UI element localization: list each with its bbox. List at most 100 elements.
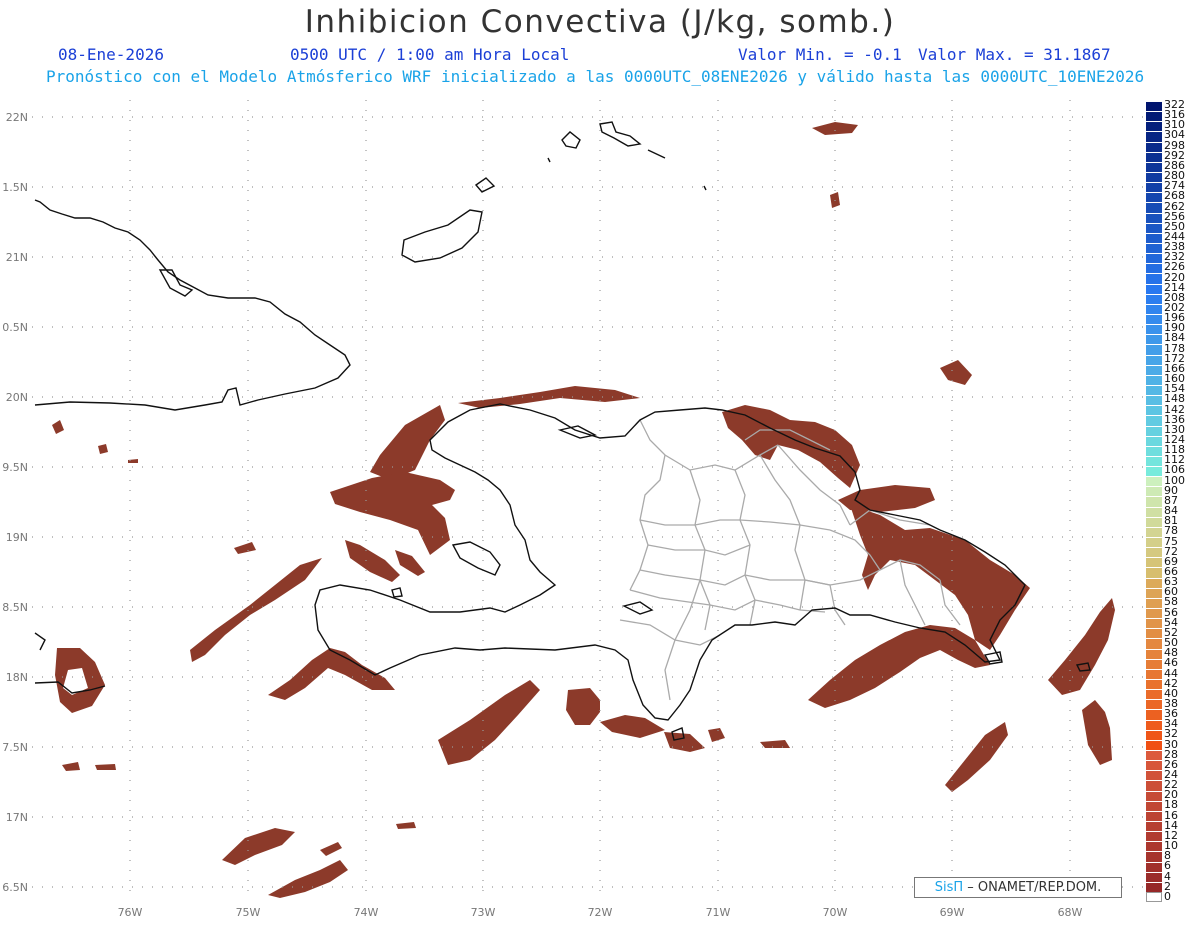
colorbar-swatch [1146,587,1162,598]
colorbar-swatch [1146,111,1162,122]
colorbar-swatch [1146,232,1162,243]
colorbar-swatch [1146,537,1162,548]
colorbar-swatch [1146,719,1162,730]
colorbar-swatch [1146,405,1162,416]
cin-area [940,360,972,385]
cin-area [438,680,540,765]
cin-area [1082,700,1112,765]
colorbar-swatch [1146,293,1162,304]
colorbar-swatch [1146,182,1162,193]
lon-label: 75W [236,906,261,919]
cin-area [370,405,445,480]
colorbar-swatch [1146,516,1162,527]
colorbar-swatch [1146,273,1162,284]
colorbar-swatch [1146,891,1162,903]
colorbar-swatch [1146,658,1162,669]
colorbar-swatch [1146,597,1162,609]
colorbar-swatch [1146,638,1162,649]
colorbar-swatch [1146,334,1162,345]
colorbar-swatch [1146,161,1162,172]
credit-box: SisΠ – ONAMET/REP.DOM. [914,877,1122,898]
cin-area [395,550,425,576]
colorbar-swatch [1146,171,1162,183]
colorbar-swatch [1146,699,1162,710]
bahamas-island [547,157,551,163]
cin-area [396,822,416,829]
credit-text: – ONAMET/REP.DOM. [967,880,1102,895]
colorbar-swatch [1146,242,1162,254]
cin-area [664,732,705,752]
bahamas-island [599,121,642,147]
colorbar-swatch [1146,395,1162,406]
lat-lon-grid [32,100,1145,897]
cin-area [345,540,400,582]
cin-area [190,558,322,662]
cin-area [945,722,1008,792]
colorbar-swatch [1146,648,1162,659]
colorbar-swatch [1146,364,1162,375]
lat-label: 9.5N [2,461,28,474]
bahamas-island [703,185,707,191]
cin-area [812,122,858,135]
colorbar-swatch [1146,141,1162,152]
lat-label: 6.5N [2,881,28,894]
colorbar-swatch [1146,770,1162,781]
colorbar-swatch [1146,466,1162,477]
cin-area [722,405,860,488]
colorbar-swatch [1146,303,1162,314]
colorbar-swatch [1146,750,1162,761]
colorbar-swatch [1146,526,1162,538]
cin-area [62,762,80,771]
cuba-islet [158,269,194,297]
colorbar-swatch [1146,618,1162,629]
lat-label: 18N [6,671,28,684]
colorbar-swatch [1146,679,1162,690]
bahamas-island [474,177,496,193]
colorbar-swatch [1146,121,1162,132]
cin-area [234,542,256,554]
cin-area [268,860,348,898]
colorbar-swatch [1146,689,1162,700]
colorbar-swatch [1146,810,1162,821]
colorbar-swatch [1146,567,1162,578]
lat-label: 8.5N [2,601,28,614]
colorbar-swatch [1146,496,1162,507]
colorbar-swatch [1146,202,1162,213]
colorbar-swatch [1146,324,1162,335]
colorbar-swatch [1146,871,1162,882]
bahamas-island [561,131,581,149]
gonave-island [451,541,501,576]
lat-label: 20N [6,391,28,404]
colorbar-swatch [1146,709,1162,720]
colorbar [1146,101,1162,903]
colorbar-swatch [1146,313,1162,325]
lon-label: 76W [118,906,143,919]
colorbar-swatch [1146,374,1162,385]
cin-area [760,740,790,748]
colorbar-swatch [1146,780,1162,791]
colorbar-swatch [1146,739,1162,750]
lat-label: 22N [6,111,28,124]
colorbar-swatch [1146,212,1162,223]
colorbar-swatch [1146,729,1162,740]
lat-label: 7.5N [2,741,28,754]
colorbar-swatch [1146,415,1162,426]
lat-label: 0.5N [2,321,28,334]
colorbar-swatch [1146,628,1162,639]
cin-area [708,728,725,742]
colorbar-swatch [1146,506,1162,517]
lon-label: 68W [1058,906,1083,919]
colorbar-swatch [1146,547,1162,558]
lat-label: 21N [6,251,28,264]
colorbar-swatch [1146,800,1162,811]
lon-label: 69W [940,906,965,919]
cin-area [55,648,105,713]
colorbar-swatch [1146,425,1162,436]
colorbar-swatch [1146,131,1162,142]
colorbar-label: 0 [1164,889,1171,903]
navassa-islet [391,587,403,598]
colorbar-swatch [1146,486,1162,497]
cin-area [566,688,600,725]
lon-label: 74W [354,906,379,919]
colorbar-swatch [1146,851,1162,862]
